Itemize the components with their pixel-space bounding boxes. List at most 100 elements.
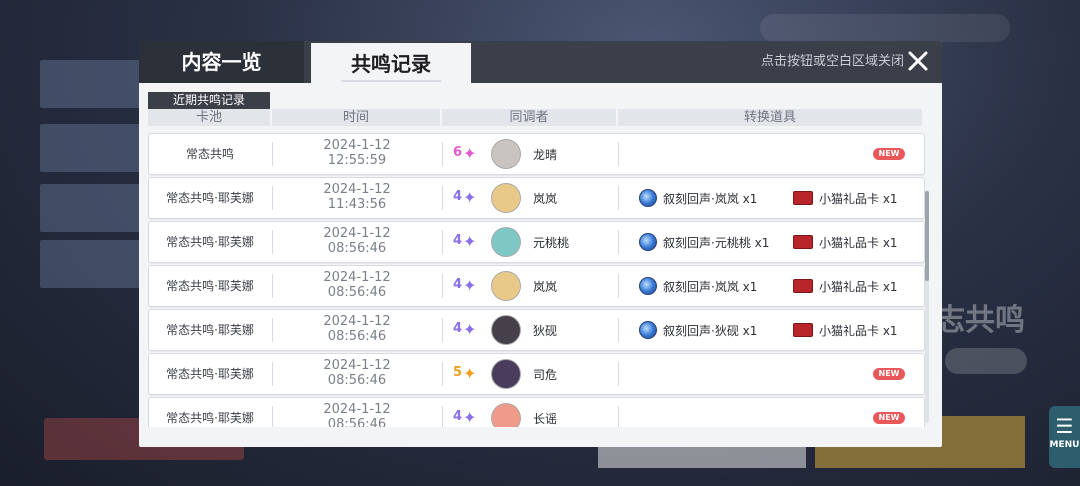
avatar [491, 227, 521, 257]
scrollbar[interactable] [925, 191, 929, 423]
resonator-name: 岚岚 [533, 192, 558, 206]
background-card [40, 184, 140, 232]
cell-clock: 08:56:46 [327, 241, 387, 256]
cell-clock: 08:56:46 [327, 373, 387, 388]
cell-items: 叙刻回声·狄砚 x1 小猫礼品卡 x1 [627, 310, 923, 350]
echo-orb-icon [639, 277, 657, 295]
resonator-name: 元桃桃 [533, 236, 570, 250]
table-header: 卡池 时间 同调者 转换道具 [148, 109, 922, 126]
rarity-number: 6 [453, 145, 463, 160]
table-row: 常态共鸣·耶芙娜 2024-1-12 11:43:56 4 ✦ 岚岚 叙刻回声·岚岚 x1 小… [148, 177, 925, 219]
cell-pool: 常态共鸣·耶芙娜 [166, 323, 254, 337]
divider [442, 186, 443, 210]
table-row: 常态共鸣 2024-1-12 12:55:59 6 ✦ 龙晴 NEW [148, 133, 925, 175]
background-sidebar [40, 60, 140, 310]
background-card [40, 240, 140, 288]
close-hint[interactable]: 点击按钮或空白区域关闭 [761, 41, 904, 83]
cell-clock: 08:56:46 [327, 417, 387, 427]
rarity-number: 4 [453, 233, 463, 248]
cell-date: 2024-1-12 [323, 226, 391, 241]
cell-time: 2024-1-12 08:56:46 [273, 314, 441, 344]
new-badge: NEW [873, 412, 905, 424]
menu-button[interactable]: ☰ MENU [1049, 406, 1080, 468]
divider [618, 142, 619, 166]
divider [618, 230, 619, 254]
gift-card-icon [793, 323, 813, 337]
gift-card-icon [793, 235, 813, 249]
record-list[interactable]: 常态共鸣 2024-1-12 12:55:59 6 ✦ 龙晴 NEW 常态共鸣·耶芙娜 2024… [139, 133, 929, 427]
header-resonator: 同调者 [442, 109, 616, 126]
cell-time: 2024-1-12 11:43:56 [273, 182, 441, 212]
cell-items: 叙刻回声·岚岚 x1 小猫礼品卡 x1 [627, 266, 923, 306]
avatar [491, 403, 521, 427]
header-items: 转换道具 [618, 109, 922, 126]
table-row: 常态共鸣·耶芙娜 2024-1-12 08:56:46 4 ✦ 长谣 NEW [148, 397, 925, 427]
cell-date: 2024-1-12 [323, 314, 391, 329]
cell-pool: 常态共鸣·耶芙娜 [166, 279, 254, 293]
avatar [491, 271, 521, 301]
cell-pool: 常态共鸣·耶芙娜 [166, 235, 254, 249]
resonator-name: 岚岚 [533, 280, 558, 294]
rarity-number: 4 [453, 321, 463, 336]
gift-card-icon [793, 191, 813, 205]
divider [442, 274, 443, 298]
divider [618, 406, 619, 427]
table-row: 常态共鸣·耶芙娜 2024-1-12 08:56:46 5 ✦ 司危 NEW [148, 353, 925, 395]
item-echo: 叙刻回声·元桃桃 x1 [663, 236, 770, 250]
resonator-name: 长谣 [533, 412, 558, 426]
background-card [40, 124, 140, 172]
divider [442, 230, 443, 254]
echo-orb-icon [639, 321, 657, 339]
background-detail-button [945, 348, 1027, 374]
cell-pool: 常态共鸣·耶芙娜 [166, 411, 254, 425]
cell-items: 叙刻回声·元桃桃 x1 小猫礼品卡 x1 [627, 222, 923, 262]
cell-pool: 常态共鸣·耶芙娜 [166, 367, 254, 381]
star-icon: ✦ [463, 188, 477, 207]
cell-time: 2024-1-12 12:55:59 [273, 138, 441, 168]
divider [442, 362, 443, 386]
divider [442, 406, 443, 427]
table-row: 常态共鸣·耶芙娜 2024-1-12 08:56:46 4 ✦ 狄砚 叙刻回声·狄砚 x1 小… [148, 309, 925, 351]
echo-orb-icon [639, 189, 657, 207]
cell-time: 2024-1-12 08:56:46 [273, 270, 441, 300]
cell-clock: 08:56:46 [327, 329, 387, 344]
resonance-record-panel: 内容一览 共鸣记录 点击按钮或空白区域关闭 近期共鸣记录 卡池 时间 同调者 转… [139, 41, 942, 447]
item-echo: 叙刻回声·岚岚 x1 [663, 192, 758, 206]
table-row: 常态共鸣·耶芙娜 2024-1-12 08:56:46 4 ✦ 岚岚 叙刻回声·岚岚 x1 小… [148, 265, 925, 307]
divider [442, 318, 443, 342]
tab-records[interactable]: 共鸣记录 [311, 43, 471, 85]
star-icon: ✦ [463, 276, 477, 295]
tab-overview[interactable]: 内容一览 [139, 41, 304, 83]
cell-time: 2024-1-12 08:56:46 [273, 402, 441, 427]
divider [618, 186, 619, 210]
new-badge: NEW [873, 368, 905, 380]
cell-date: 2024-1-12 [323, 182, 391, 197]
star-icon: ✦ [463, 232, 477, 251]
cell-pool: 常态共鸣 [185, 147, 234, 161]
cell-items: NEW [627, 134, 923, 174]
divider [618, 318, 619, 342]
cell-date: 2024-1-12 [323, 138, 391, 153]
divider [442, 142, 443, 166]
close-icon[interactable] [906, 49, 930, 73]
cell-clock: 08:56:46 [327, 285, 387, 300]
rarity-number: 4 [453, 277, 463, 292]
background-banner-title: 志共鸣 [935, 303, 1025, 338]
cell-clock: 11:43:56 [327, 197, 387, 212]
star-icon: ✦ [463, 408, 477, 427]
star-icon: ✦ [463, 320, 477, 339]
divider [618, 274, 619, 298]
background-topbar [760, 14, 1010, 42]
tab-bar: 内容一览 共鸣记录 点击按钮或空白区域关闭 [139, 41, 942, 85]
cell-items: NEW [627, 398, 923, 427]
scrollbar-thumb[interactable] [925, 191, 929, 281]
cell-date: 2024-1-12 [323, 358, 391, 373]
avatar [491, 315, 521, 345]
cell-date: 2024-1-12 [323, 402, 391, 417]
new-badge: NEW [873, 148, 905, 160]
resonator-name: 司危 [533, 368, 558, 382]
header-pool: 卡池 [148, 109, 270, 126]
background-card [40, 60, 140, 108]
gift-card-icon [793, 279, 813, 293]
cell-items: 叙刻回声·岚岚 x1 小猫礼品卡 x1 [627, 178, 923, 218]
